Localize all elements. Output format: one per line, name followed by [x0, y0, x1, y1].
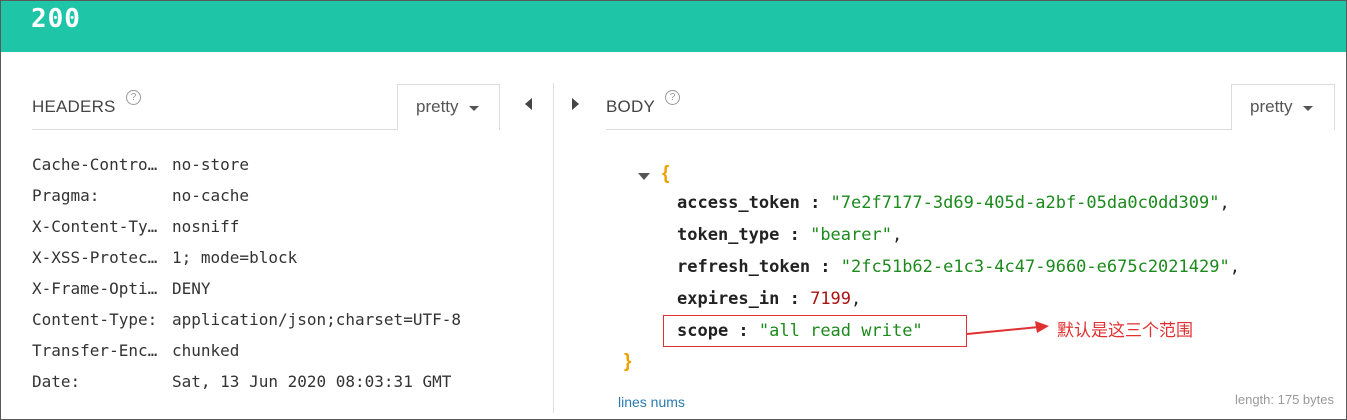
- json-key: access_token: [677, 193, 800, 213]
- headers-format-label: pretty: [416, 97, 459, 116]
- body-tab-line: [606, 129, 1231, 130]
- body-title: BODY: [606, 97, 655, 116]
- json-field-access-token: access_token : "7e2f7177-3d69-405d-a2bf-…: [677, 193, 1230, 213]
- header-value: chunked: [172, 341, 240, 360]
- json-value: "7e2f7177-3d69-405d-a2bf-05da0c0dd309": [830, 193, 1220, 213]
- headers-tab-line: [32, 129, 397, 130]
- body-help-icon[interactable]: ?: [665, 90, 680, 105]
- body-format-dropdown[interactable]: pretty: [1231, 84, 1335, 130]
- header-key: Cache-Contro…: [32, 155, 158, 174]
- json-value: 7199: [810, 289, 852, 309]
- json-separator: :: [779, 289, 811, 309]
- json-separator: :: [799, 193, 831, 213]
- header-value: 1; mode=block: [172, 248, 298, 267]
- json-comma: ,: [1229, 257, 1240, 277]
- json-value: "2fc51b62-e1c3-4c47-9660-e675c2021429": [840, 257, 1230, 277]
- header-value: Sat, 13 Jun 2020 08:03:31 GMT: [172, 372, 452, 391]
- header-key: Transfer-Enc…: [32, 341, 158, 360]
- annotation-text: 默认是这三个范围: [1057, 321, 1193, 341]
- header-value: application/json;charset=UTF-8: [172, 310, 461, 329]
- json-field-expires-in: expires_in : 7199,: [677, 289, 861, 309]
- header-key: Content-Type:: [32, 310, 158, 329]
- header-value: nosniff: [172, 217, 240, 236]
- json-comma: ,: [891, 225, 903, 245]
- scope-highlight-box: [663, 315, 967, 347]
- annotation-arrow: [967, 321, 1049, 335]
- json-close-brace: }: [624, 351, 632, 372]
- lines-nums-link[interactable]: lines nums: [618, 394, 685, 410]
- chevron-down-icon: [1303, 106, 1313, 111]
- chevron-down-icon: [469, 106, 479, 111]
- header-value: no-cache: [172, 186, 250, 205]
- status-code: 200: [31, 4, 81, 34]
- json-comma: ,: [1219, 193, 1230, 213]
- expand-right-icon[interactable]: [572, 98, 579, 110]
- json-value: "bearer": [810, 225, 892, 245]
- header-key: X-XSS-Protec…: [32, 248, 158, 267]
- header-key: X-Frame-Opti…: [32, 279, 158, 298]
- json-key: refresh_token: [677, 257, 811, 277]
- json-key: token_type: [677, 225, 780, 245]
- header-key: Pragma:: [32, 186, 100, 205]
- json-separator: :: [779, 225, 811, 245]
- header-key: Date:: [32, 372, 81, 391]
- body-format-label: pretty: [1250, 97, 1293, 116]
- json-key: expires_in: [677, 289, 780, 309]
- json-comma: ,: [851, 289, 862, 309]
- json-collapse-icon[interactable]: [638, 173, 650, 180]
- json-field-refresh-token: refresh_token : "2fc51b62-e1c3-4c47-9660…: [677, 257, 1240, 277]
- json-field-token-type: token_type : "bearer",: [677, 225, 902, 245]
- collapse-left-icon[interactable]: [525, 98, 532, 110]
- status-bar: 200: [1, 1, 1346, 52]
- headers-format-dropdown[interactable]: pretty: [397, 84, 500, 130]
- headers-help-icon[interactable]: ?: [126, 90, 141, 105]
- length-label: length: 175 bytes: [1234, 392, 1334, 407]
- response-viewer: 200 HEADERS ? pretty Cache-Contro… no-sto…: [0, 0, 1347, 420]
- json-separator: :: [810, 257, 841, 277]
- json-open-brace: {: [662, 163, 670, 184]
- header-key: X-Content-Ty…: [32, 217, 158, 236]
- header-value: no-store: [172, 155, 250, 174]
- headers-title: HEADERS: [32, 97, 116, 116]
- panel-divider: [553, 83, 554, 413]
- header-value: DENY: [172, 279, 211, 298]
